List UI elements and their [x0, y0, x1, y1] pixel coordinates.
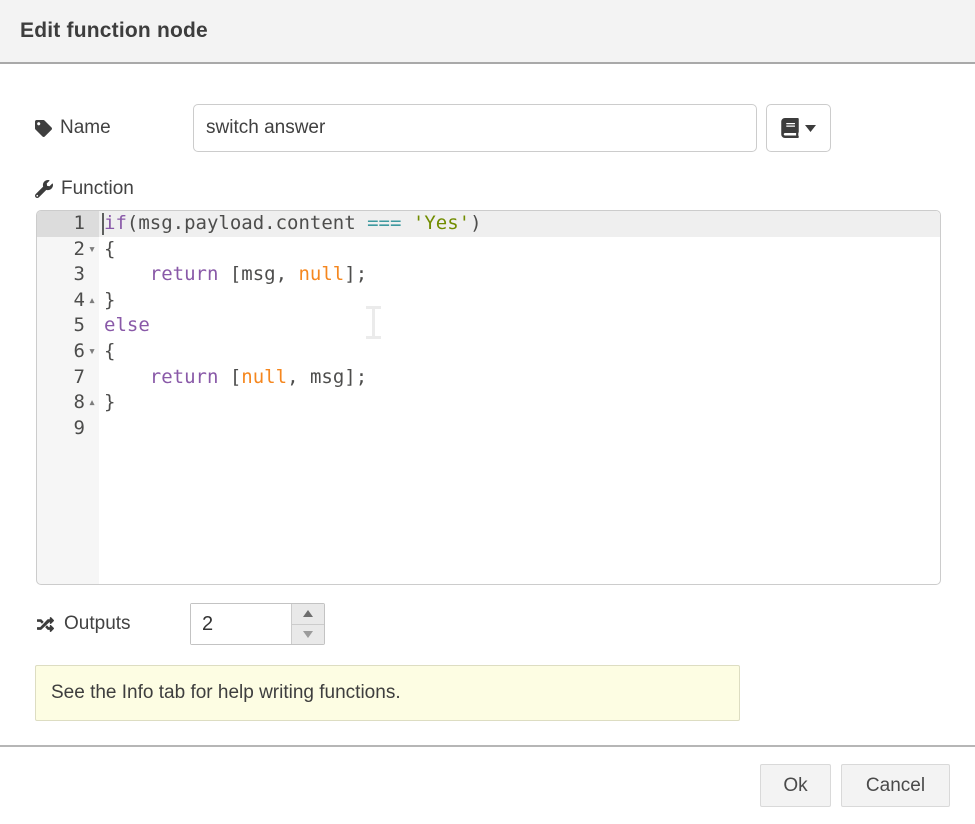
ok-button[interactable]: Ok	[760, 764, 831, 807]
line-number: 7	[37, 365, 85, 391]
code-line[interactable]: return [msg, null];	[99, 262, 940, 288]
name-label-text: Name	[60, 117, 111, 139]
arrow-up-icon	[303, 610, 313, 617]
code-token: return	[150, 263, 219, 285]
editor-gutter-cell: 3	[37, 262, 99, 288]
editor-line[interactable]: 3 return [msg, null];	[37, 262, 940, 288]
code-token: if	[104, 212, 127, 234]
dialog-header: Edit function node	[0, 0, 975, 64]
tag-icon	[35, 120, 52, 137]
line-number: 9	[37, 416, 85, 442]
code-line[interactable]: {	[99, 339, 940, 365]
fold-open-icon[interactable]: ▾	[85, 237, 99, 263]
editor-gutter-cell: 7	[37, 365, 99, 391]
code-token	[104, 366, 150, 388]
line-number: 3	[37, 262, 85, 288]
code-token: else	[104, 314, 150, 336]
editor-gutter-cell: 5	[37, 313, 99, 339]
fold-close-icon[interactable]: ▴	[85, 390, 99, 416]
code-line[interactable]: }	[99, 390, 940, 416]
shuffle-icon	[35, 616, 56, 633]
code-token: (msg.payload.content	[127, 212, 367, 234]
dialog-title: Edit function node	[20, 19, 208, 43]
code-line[interactable]: return [null, msg];	[99, 365, 940, 391]
line-number: 2	[37, 237, 85, 263]
outputs-spinner	[190, 603, 325, 645]
code-token	[104, 263, 150, 285]
fold-close-icon[interactable]: ▴	[85, 288, 99, 314]
outputs-input[interactable]	[191, 604, 292, 644]
code-token: null	[298, 263, 344, 285]
ibeam-mouse-cursor	[366, 306, 381, 344]
name-input[interactable]	[193, 104, 757, 152]
line-number: 8	[37, 390, 85, 416]
code-token: , msg];	[287, 366, 367, 388]
cancel-button[interactable]: Cancel	[841, 764, 950, 807]
code-line[interactable]: if(msg.payload.content === 'Yes')	[99, 211, 940, 237]
code-token: [	[218, 366, 241, 388]
line-number: 4	[37, 288, 85, 314]
editor-line[interactable]: 1 if(msg.payload.content === 'Yes')	[37, 211, 940, 237]
editor-gutter-cell: 8▴	[37, 390, 99, 416]
spinner-down-button[interactable]	[292, 625, 324, 645]
editor-line[interactable]: 2▾{	[37, 237, 940, 263]
info-tip-text: See the Info tab for help writing functi…	[51, 682, 401, 704]
code-line[interactable]: }	[99, 288, 940, 314]
editor-gutter-cell: 6▾	[37, 339, 99, 365]
editor-gutter-cell: 1	[37, 211, 99, 237]
code-token	[401, 212, 412, 234]
code-token: }	[104, 391, 115, 413]
editor-line[interactable]: 7 return [null, msg];	[37, 365, 940, 391]
editor-line[interactable]: 6▾{	[37, 339, 940, 365]
code-token: )	[470, 212, 481, 234]
wrench-icon	[35, 180, 53, 198]
editor-gutter-cell: 4▴	[37, 288, 99, 314]
code-line[interactable]	[99, 416, 940, 442]
function-code-editor[interactable]: 1if(msg.payload.content === 'Yes')2▾{3 r…	[36, 210, 941, 585]
fold-open-icon[interactable]: ▾	[85, 339, 99, 365]
code-token: ];	[344, 263, 367, 285]
code-line[interactable]: {	[99, 237, 940, 263]
line-number: 1	[37, 211, 85, 237]
arrow-down-icon	[303, 631, 313, 638]
code-token: {	[104, 238, 115, 260]
outputs-label-text: Outputs	[64, 613, 131, 635]
code-token: 'Yes'	[413, 212, 470, 234]
name-label: Name	[35, 104, 111, 152]
library-dropdown-button[interactable]	[766, 104, 831, 152]
editor-line[interactable]: 5 else	[37, 313, 940, 339]
code-token: ===	[367, 212, 401, 234]
code-token: null	[241, 366, 287, 388]
code-token: return	[150, 366, 219, 388]
caret-down-icon	[805, 125, 816, 132]
text-caret	[102, 213, 104, 235]
code-token: {	[104, 340, 115, 362]
spinner-buttons	[291, 604, 324, 644]
code-token: [msg,	[218, 263, 298, 285]
info-tip: See the Info tab for help writing functi…	[35, 665, 740, 721]
editor-gutter-cell: 9	[37, 416, 99, 442]
outputs-label: Outputs	[35, 603, 131, 645]
editor-line[interactable]: 8▴}	[37, 390, 940, 416]
function-label-text: Function	[61, 178, 134, 200]
footer-divider	[0, 745, 975, 747]
editor-gutter-cell: 2▾	[37, 237, 99, 263]
function-label: Function	[35, 176, 134, 202]
editor-line[interactable]: 4▴}	[37, 288, 940, 314]
line-number: 6	[37, 339, 85, 365]
book-icon	[781, 118, 799, 138]
line-number: 5	[37, 313, 85, 339]
code-line[interactable]: else	[99, 313, 940, 339]
spinner-up-button[interactable]	[292, 604, 324, 625]
code-token: }	[104, 289, 115, 311]
editor-line[interactable]: 9	[37, 416, 940, 442]
